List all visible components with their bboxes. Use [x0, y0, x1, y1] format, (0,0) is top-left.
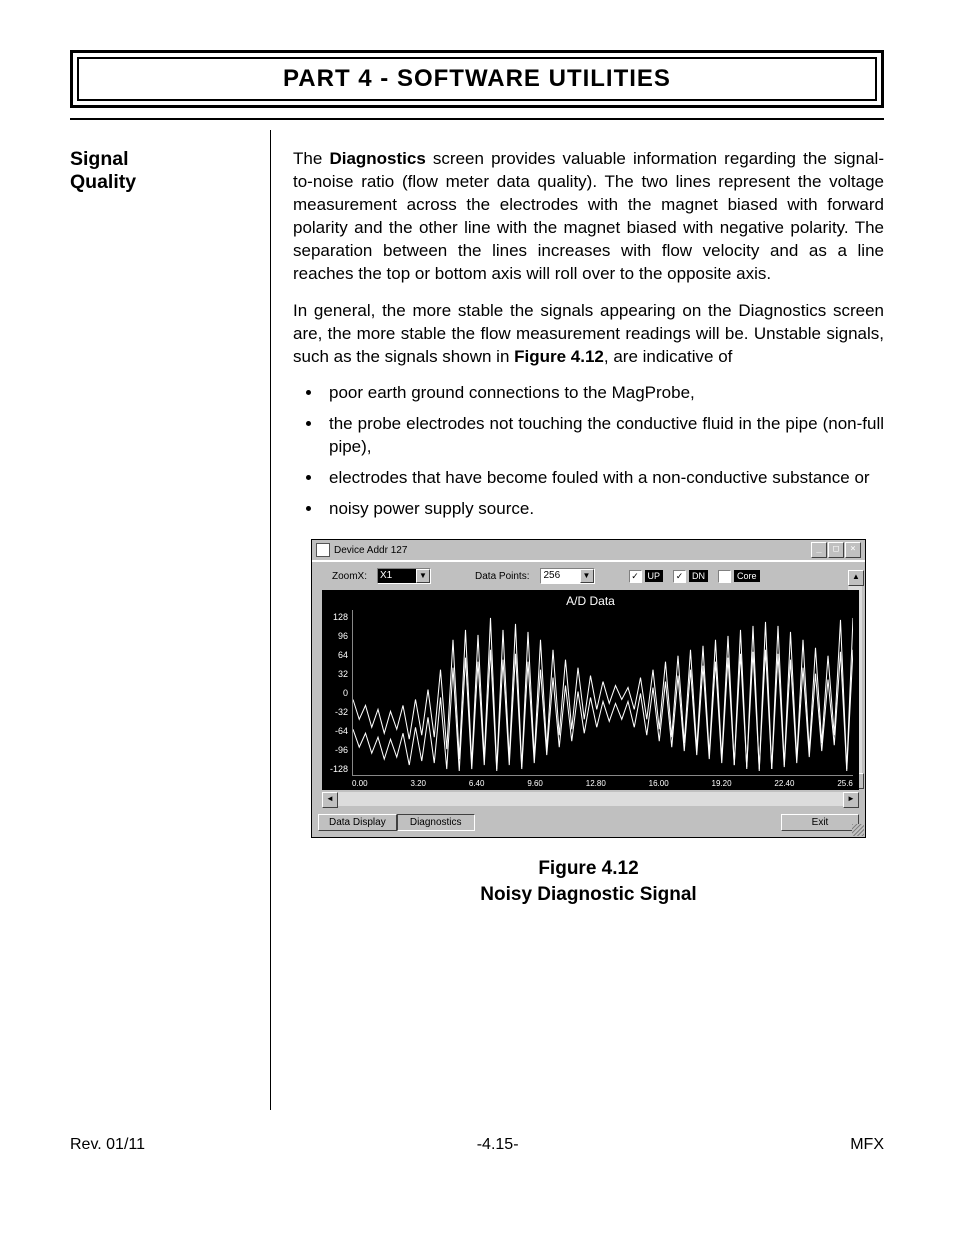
sidebar-line1: Signal [70, 148, 129, 170]
chevron-down-icon[interactable]: ▼ [580, 569, 594, 583]
points-label: Data Points: [475, 571, 529, 582]
horizontal-rule [70, 118, 884, 120]
bullet-3: electrodes that have become fouled with … [323, 467, 884, 490]
checkbox-core[interactable]: Core [718, 570, 760, 583]
main-content: The Diagnostics screen provides valuable… [271, 130, 884, 1110]
resize-grip-icon[interactable] [852, 824, 864, 836]
footer-right: MFX [850, 1136, 884, 1154]
caption-line-1: Figure 4.12 [538, 858, 638, 879]
paragraph-1: The Diagnostics screen provides valuable… [293, 148, 884, 286]
checkbox-icon[interactable]: ✓ [673, 570, 686, 583]
checkbox-icon[interactable]: ✓ [629, 570, 642, 583]
chevron-down-icon[interactable]: ▼ [416, 569, 430, 583]
x-axis-labels: 0.00 3.20 6.40 9.60 12.80 16.00 19.20 22… [352, 779, 853, 788]
y-axis-labels: 128 96 64 32 0 -32 -64 -96 -128 [326, 612, 348, 774]
header-box: PART 4 - SOFTWARE UTILITIES [70, 50, 884, 108]
bullet-list: poor earth ground connections to the Mag… [293, 382, 884, 521]
close-button[interactable]: × [845, 542, 861, 558]
figure-container: Device Addr 127 _ □ × ZoomX: X1 ▼ [311, 539, 866, 907]
data-display-button[interactable]: Data Display [318, 814, 397, 831]
scroll-up-icon[interactable]: ▲ [848, 570, 864, 586]
page-header: PART 4 - SOFTWARE UTILITIES [77, 57, 877, 101]
caption-line-2: Noisy Diagnostic Signal [480, 884, 696, 905]
scroll-right-icon[interactable]: ► [843, 792, 859, 808]
minimize-button[interactable]: _ [811, 542, 827, 558]
maximize-button[interactable]: □ [828, 542, 844, 558]
footer-left: Rev. 01/11 [70, 1136, 145, 1154]
sidebar-line2: Quality [70, 171, 136, 193]
checkbox-up[interactable]: ✓ UP [629, 570, 664, 583]
figure-caption: Figure 4.12 Noisy Diagnostic Signal [311, 856, 866, 907]
app-icon [316, 543, 330, 557]
page-footer: Rev. 01/11 -4.15- MFX [70, 1136, 884, 1154]
exit-button[interactable]: Exit [781, 814, 859, 831]
button-bar: Data Display Diagnostics Exit [312, 810, 865, 837]
checkbox-dn[interactable]: ✓ DN [673, 570, 708, 583]
paragraph-2: In general, the more stable the signals … [293, 300, 884, 369]
scroll-left-icon[interactable]: ◄ [322, 792, 338, 808]
chart-plot [352, 610, 853, 776]
chart-area: A/D Data 128 96 64 32 0 -32 -64 -96 -128 [322, 590, 859, 790]
toolbar: ZoomX: X1 ▼ Data Points: 256 ▼ [312, 562, 865, 590]
bullet-1: poor earth ground connections to the Mag… [323, 382, 884, 405]
series-up [353, 618, 853, 771]
zoom-select[interactable]: X1 ▼ [377, 568, 431, 584]
horizontal-scrollbar[interactable]: ◄ ► [322, 792, 859, 806]
bullet-4: noisy power supply source. [323, 498, 884, 521]
checkbox-icon[interactable] [718, 570, 731, 583]
zoom-label: ZoomX: [332, 571, 367, 582]
title-text: Device Addr 127 [334, 545, 811, 556]
footer-center: -4.15- [477, 1136, 519, 1154]
title-bar[interactable]: Device Addr 127 _ □ × [312, 540, 865, 562]
app-window: Device Addr 127 _ □ × ZoomX: X1 ▼ [311, 539, 866, 838]
chart-title: A/D Data [322, 594, 859, 608]
sidebar-heading: Signal Quality [70, 130, 270, 1110]
diagnostics-button[interactable]: Diagnostics [397, 814, 475, 831]
bullet-2: the probe electrodes not touching the co… [323, 413, 884, 459]
points-select[interactable]: 256 ▼ [540, 568, 595, 584]
series-dn [353, 650, 853, 771]
